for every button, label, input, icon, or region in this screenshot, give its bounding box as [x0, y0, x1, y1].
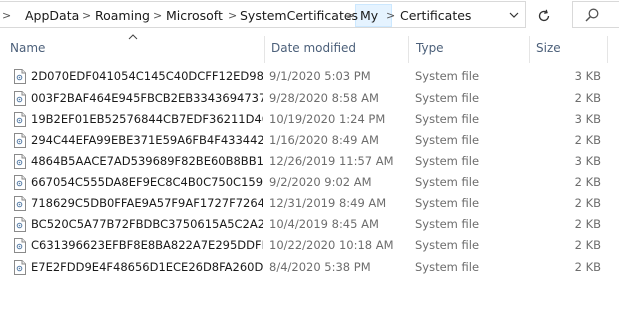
- file-type: System file: [415, 112, 480, 126]
- file-row[interactable]: 718629C5DB0FFAE9A57F9AF1727F72649D... 12…: [0, 193, 619, 214]
- column-divider[interactable]: [264, 36, 265, 63]
- file-row[interactable]: C631396623EFBF8E8BA822A7E295DDFF6... 10/…: [0, 235, 619, 256]
- file-type: System file: [415, 69, 480, 83]
- file-name: 294C44EFA99EBE371E59A6FB4F43344242...: [31, 133, 263, 147]
- file-row[interactable]: 294C44EFA99EBE371E59A6FB4F43344242... 1/…: [0, 130, 619, 151]
- file-date-modified: 10/4/2019 8:45 AM: [269, 217, 379, 231]
- column-divider[interactable]: [408, 36, 409, 63]
- breadcrumb-separator[interactable]: >: [82, 7, 91, 25]
- file-name: 4864B5AACE7AD539689F82BE60B8BB109...: [31, 154, 263, 168]
- column-header-type[interactable]: Type: [416, 38, 526, 59]
- file-type: System file: [415, 133, 480, 147]
- address-bar[interactable]: > AppData > Roaming > Microsoft > System…: [0, 1, 526, 28]
- file-size: 2 KB: [574, 196, 601, 210]
- file-type: System file: [415, 175, 480, 189]
- file-name: BC520C5A77B72FBDBC3750615A5C2A21...: [31, 217, 263, 231]
- system-file-icon: [14, 91, 26, 106]
- file-name: E7E2FDD9E4F48656D1ECE26D8FA260D1F...: [31, 260, 263, 274]
- breadcrumb-roaming[interactable]: Roaming: [95, 7, 150, 25]
- file-size: 2 KB: [574, 175, 601, 189]
- breadcrumb-separator[interactable]: >: [346, 7, 355, 25]
- address-dropdown-button[interactable]: [505, 4, 523, 27]
- breadcrumb-certificates[interactable]: Certificates: [400, 7, 471, 25]
- column-header-date-modified[interactable]: Date modified: [271, 38, 406, 59]
- breadcrumb-microsoft[interactable]: Microsoft: [166, 7, 223, 25]
- file-row[interactable]: BC520C5A77B72FBDBC3750615A5C2A21... 10/4…: [0, 214, 619, 235]
- file-name: 19B2EF01EB52576844CB7EDF36211D4075...: [31, 112, 263, 126]
- system-file-icon: [14, 217, 26, 232]
- file-date-modified: 1/16/2020 8:49 AM: [269, 133, 379, 147]
- file-date-modified: 9/1/2020 5:03 PM: [269, 69, 371, 83]
- file-date-modified: 8/4/2020 5:38 PM: [269, 260, 371, 274]
- system-file-icon: [14, 154, 26, 169]
- file-row[interactable]: 003F2BAF464E945FBCB2EB3343694737B6... 9/…: [0, 88, 619, 109]
- file-date-modified: 12/26/2019 11:57 AM: [269, 154, 394, 168]
- file-name: 2D070EDF041054C145C40DCFF12ED981B...: [31, 69, 263, 83]
- column-divider[interactable]: [529, 36, 530, 63]
- file-type: System file: [415, 196, 480, 210]
- breadcrumb-systemcertificates[interactable]: SystemCertificates: [240, 7, 358, 25]
- system-file-icon: [14, 175, 26, 190]
- file-type: System file: [415, 154, 480, 168]
- column-header-name[interactable]: Name: [10, 38, 265, 59]
- file-row[interactable]: 667054C555DA8EF9EC8C4B0C750C1590A... 9/2…: [0, 172, 619, 193]
- file-size: 2 KB: [574, 91, 601, 105]
- breadcrumb-separator: >: [2, 9, 12, 22]
- system-file-icon: [14, 112, 26, 127]
- file-date-modified: 10/19/2020 1:24 PM: [269, 112, 386, 126]
- system-file-icon: [14, 260, 26, 275]
- file-size: 2 KB: [574, 133, 601, 147]
- file-date-modified: 9/28/2020 8:58 AM: [269, 91, 379, 105]
- search-icon: [585, 8, 599, 22]
- system-file-icon: [14, 196, 26, 211]
- file-size: 2 KB: [574, 260, 601, 274]
- file-date-modified: 12/31/2019 8:49 AM: [269, 196, 387, 210]
- breadcrumb-my[interactable]: My: [360, 7, 378, 25]
- column-header-size[interactable]: Size: [536, 38, 596, 59]
- breadcrumb-separator[interactable]: >: [153, 7, 162, 25]
- chevron-down-icon: [509, 12, 519, 18]
- file-type: System file: [415, 238, 480, 252]
- file-name: C631396623EFBF8E8BA822A7E295DDFF6...: [31, 238, 263, 252]
- breadcrumb-appdata[interactable]: AppData: [25, 7, 79, 25]
- file-date-modified: 9/2/2020 9:02 AM: [269, 175, 372, 189]
- file-date-modified: 10/22/2020 10:18 AM: [269, 238, 394, 252]
- file-row[interactable]: 2D070EDF041054C145C40DCFF12ED981B... 9/1…: [0, 66, 619, 87]
- file-type: System file: [415, 260, 480, 274]
- file-row[interactable]: 19B2EF01EB52576844CB7EDF36211D4075... 10…: [0, 109, 619, 130]
- file-name: 667054C555DA8EF9EC8C4B0C750C1590A...: [31, 175, 263, 189]
- system-file-icon: [14, 238, 26, 253]
- breadcrumb-separator[interactable]: >: [228, 7, 237, 25]
- file-name: 718629C5DB0FFAE9A57F9AF1727F72649D...: [31, 196, 263, 210]
- file-size: 3 KB: [574, 69, 601, 83]
- file-size: 3 KB: [574, 112, 601, 126]
- file-name: 003F2BAF464E945FBCB2EB3343694737B6...: [31, 91, 263, 105]
- file-row[interactable]: E7E2FDD9E4F48656D1ECE26D8FA260D1F... 8/4…: [0, 257, 619, 278]
- column-divider[interactable]: [607, 36, 608, 63]
- file-size: 2 KB: [574, 238, 601, 252]
- breadcrumb-separator[interactable]: >: [386, 7, 395, 25]
- system-file-icon: [14, 69, 26, 84]
- refresh-button[interactable]: [530, 3, 558, 27]
- address-toolbar: > AppData > Roaming > Microsoft > System…: [0, 0, 619, 30]
- refresh-icon: [538, 9, 550, 21]
- file-type: System file: [415, 217, 480, 231]
- file-size: 2 KB: [574, 217, 601, 231]
- system-file-icon: [14, 133, 26, 148]
- file-size: 3 KB: [574, 154, 601, 168]
- file-row[interactable]: 4864B5AACE7AD539689F82BE60B8BB109... 12/…: [0, 151, 619, 172]
- file-type: System file: [415, 91, 480, 105]
